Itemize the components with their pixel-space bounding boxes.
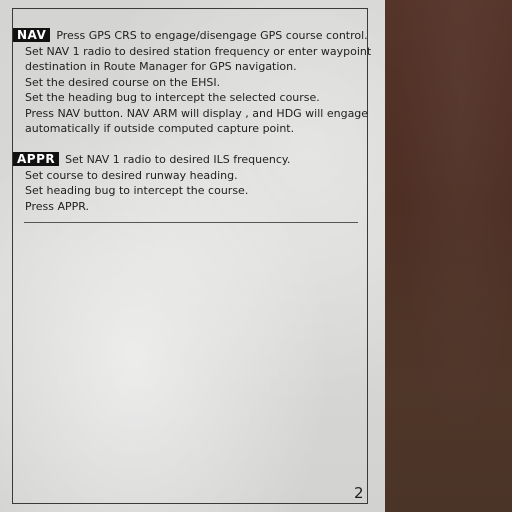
appr-line-2: Set course to desired runway heading. [25,168,238,182]
page-number: 2 [354,484,364,502]
appr-text: Set NAV 1 radio to desired ILS frequency… [65,153,291,166]
wood-background [385,0,512,512]
nav-badge: NAV [13,28,51,42]
nav-line-2: Set NAV 1 radio to desired station frequ… [25,44,372,58]
nav-line-5: Set the heading bug to intercept the sel… [25,91,320,104]
nav-line-6: Press NAV button. NAV ARM will display ,… [25,106,369,120]
checklist-screen: NAV Press GPS CRS to engage/disengage GPS… [0,0,512,512]
nav-line-4: Set the desired course on the EHSI. [25,75,221,89]
appr-section: APPR Set NAV 1 radio to desired ILS frequ… [13,152,358,214]
nav-section: NAV Press GPS CRS to engage/disengage GPS… [13,28,372,137]
nav-line-7: automatically if outside computed captur… [25,122,295,135]
nav-text: Press GPS CRS to engage/disengage GPS co… [56,29,368,42]
appr-line-3: Set heading bug to intercept the course. [25,184,249,197]
checklist-page: NAV Press GPS CRS to engage/disengage GPS… [0,0,385,512]
appr-line-1: APPR Set NAV 1 radio to desired ILS frequ… [13,152,358,168]
nav-line-3: destination in Route Manager for GPS nav… [25,60,297,73]
appr-line-4: Press APPR. [25,199,89,213]
section-divider [24,222,358,223]
appr-badge: APPR [13,152,60,166]
nav-line-1: NAV Press GPS CRS to engage/disengage GPS… [13,28,368,44]
